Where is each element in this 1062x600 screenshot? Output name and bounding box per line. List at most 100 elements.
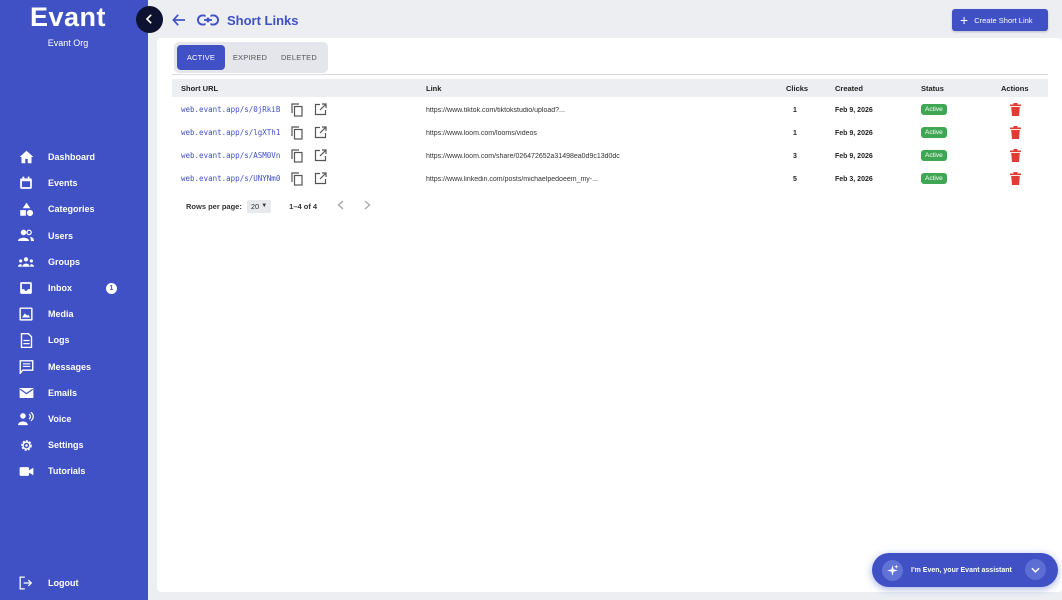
users-icon [18,228,34,244]
chevron-left-icon [145,11,154,29]
short-url-link[interactable]: web.evant.app/s/0jRkiB [181,105,280,114]
destination-link: https://www.tiktok.com/tiktokstudio/uplo… [426,107,565,114]
table-row: web.evant.app/s/UNYNm0 https://www.linke… [172,168,1048,191]
click-count: 1 [793,107,797,114]
sidebar-item-label: Groups [48,256,81,267]
status-badge: Active [921,150,947,161]
next-page-button[interactable] [364,199,371,213]
destination-link: https://www.linkedin.com/posts/michaelpe… [426,176,598,183]
short-url-link[interactable]: web.evant.app/s/lgXTh1 [181,128,280,137]
sidebar-item-inbox[interactable]: Inbox 1 [0,275,148,301]
calendar-icon [18,175,34,191]
destination-link: https://www.loom.com/looms/videos [426,130,537,137]
open-external-icon[interactable] [314,172,327,185]
status-tabs: ACTIVE EXPIRED DELETED [174,42,328,73]
create-short-link-label: Create Short Link [974,15,1033,25]
message-icon [18,359,34,375]
created-date: Feb 9, 2026 [835,153,873,160]
sidebar-item-label: Settings [48,440,84,451]
home-icon [18,149,34,165]
click-count: 1 [793,130,797,137]
sidebar-item-users[interactable]: Users [0,223,148,249]
sidebar-item-label: Logs [48,335,70,346]
open-external-icon[interactable] [314,149,327,162]
sidebar-item-voice[interactable]: Voice [0,406,148,432]
sidebar-item-events[interactable]: Events [0,170,148,196]
rows-per-page-value: 20 [250,201,260,211]
trash-icon[interactable] [1010,126,1021,139]
sidebar-item-label: Events [48,178,78,189]
column-header-created[interactable]: Created [835,84,863,93]
column-header-clicks[interactable]: Clicks [786,84,808,93]
open-external-icon[interactable] [314,103,327,116]
click-count: 5 [793,176,797,183]
sidebar-item-logs[interactable]: Logs [0,327,148,353]
trash-icon[interactable] [1010,149,1021,162]
status-badge: Active [921,173,947,184]
plus-icon: + [960,12,969,28]
status-badge: Active [921,104,947,115]
copy-icon[interactable] [291,149,303,163]
assistant-widget[interactable]: I'm Even, your Evant assistant [872,553,1058,587]
link-icon [197,11,221,29]
page-range: 1–4 of 4 [289,201,318,211]
brand-logo: Evant [29,2,107,32]
sidebar-item-label: Dashboard [48,152,96,163]
rows-per-page-select[interactable]: 20 ▼ [246,199,272,213]
sidebar-item-dashboard[interactable]: Dashboard [0,144,148,170]
sidebar-item-label: Messages [48,361,92,372]
sidebar-item-tutorials[interactable]: Tutorials [0,458,148,484]
trash-icon[interactable] [1010,103,1021,116]
create-short-link-button[interactable]: + Create Short Link [952,9,1048,31]
created-date: Feb 3, 2026 [835,176,873,183]
inbox-count-badge: 1 [106,282,117,294]
table-row: web.evant.app/s/ASM0Vn https://www.loom.… [172,145,1048,168]
open-external-icon[interactable] [314,126,327,139]
sidebar-item-categories[interactable]: Categories [0,196,148,222]
image-icon [18,306,34,322]
logout-icon [18,575,34,591]
chevron-down-icon[interactable] [1025,559,1046,580]
video-icon [18,463,34,479]
created-date: Feb 9, 2026 [835,130,873,137]
categories-icon [18,201,34,217]
status-badge: Active [921,127,947,138]
created-date: Feb 9, 2026 [835,107,873,114]
sidebar-item-emails[interactable]: Emails [0,380,148,406]
logout-label: Logout [48,578,79,589]
inbox-icon [18,280,34,296]
back-arrow-icon[interactable] [170,11,188,29]
tab-deleted[interactable]: DELETED [275,45,323,70]
tab-expired[interactable]: EXPIRED [225,45,275,70]
sidebar-nav: Dashboard Events Categories Users Groups… [0,144,148,484]
copy-icon[interactable] [291,126,303,140]
rows-per-page-label: Rows per page: [186,201,242,211]
page-header: Short Links [170,8,299,32]
previous-page-button[interactable] [337,199,344,213]
column-header-short-url[interactable]: Short URL [181,84,218,93]
logs-icon [18,332,34,348]
short-url-link[interactable]: web.evant.app/s/ASM0Vn [181,151,280,160]
sidebar-item-media[interactable]: Media [0,301,148,327]
column-header-status[interactable]: Status [921,84,944,93]
collapse-sidebar-button[interactable] [136,6,163,33]
sidebar-item-label: Categories [48,204,95,215]
trash-icon[interactable] [1010,172,1021,185]
tab-active[interactable]: ACTIVE [177,45,225,70]
sidebar-item-label: Tutorials [48,466,86,477]
copy-icon[interactable] [291,103,303,117]
sidebar-item-label: Voice [48,413,72,424]
page-title: Short Links [227,12,299,28]
sparkle-icon [882,559,903,581]
gear-icon [18,437,34,453]
sidebar-item-groups[interactable]: Groups [0,249,148,275]
sidebar-item-settings[interactable]: Settings [0,432,148,458]
column-header-link[interactable]: Link [426,84,441,93]
groups-icon [18,254,34,270]
copy-icon[interactable] [291,172,303,186]
sidebar-item-label: Emails [48,387,78,398]
short-url-link[interactable]: web.evant.app/s/UNYNm0 [181,174,280,183]
sidebar-item-messages[interactable]: Messages [0,354,148,380]
logout-button[interactable]: Logout [0,570,148,596]
sidebar-item-label: Media [48,309,74,320]
